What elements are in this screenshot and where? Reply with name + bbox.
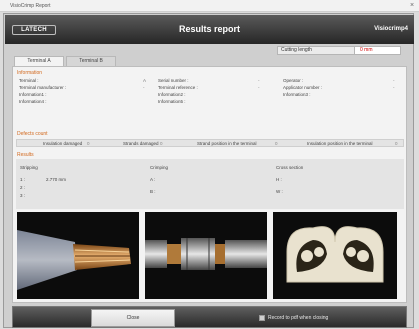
- close-button[interactable]: Close: [91, 309, 175, 327]
- info-serial-value: -: [258, 78, 260, 83]
- stripping-row-1-value: 2.770 mm: [46, 177, 67, 182]
- page-title: Results report: [178, 24, 240, 34]
- cutting-length-value: 0 mm: [355, 46, 401, 55]
- window-close-icon[interactable]: ×: [406, 1, 418, 10]
- tab-terminal-b[interactable]: Terminal B: [66, 56, 116, 66]
- defect-strand-position-value: 0: [275, 141, 278, 146]
- cross-section-image-svg: [273, 212, 397, 299]
- defects-title: Defects count: [17, 131, 48, 137]
- info-reference-value: -: [258, 85, 260, 90]
- info-terminal-value: A: [143, 78, 147, 83]
- defect-strands-damaged-value: 0: [160, 141, 163, 146]
- information-title: Information: [17, 70, 43, 76]
- results-title: Results: [17, 152, 34, 158]
- report-header: LATECH Results report Visiocrimp4: [5, 15, 414, 44]
- stripping-image-svg: [17, 212, 139, 299]
- record-pdf-option[interactable]: Record to pdf when closing: [259, 314, 328, 322]
- crimping-title: Crimping: [150, 165, 169, 170]
- info-manufacturer-label: Terminal manufacturer :: [19, 85, 67, 90]
- info-information4-label: Information4 :: [19, 99, 47, 104]
- results-box: Stripping 1 : 2.770 mm 2 : 3 : Crimping …: [16, 159, 404, 209]
- info-information5-label: Information5 :: [158, 99, 186, 104]
- defect-insulation-position-label: Insulation position in the terminal: [307, 141, 373, 146]
- terminal-panel: Information Terminal : A Terminal manufa…: [12, 66, 407, 303]
- crimping-row-b-label: B :: [150, 189, 156, 194]
- info-operator-label: Operator :: [283, 78, 304, 83]
- cross-section-image: [273, 212, 397, 299]
- defects-bar: Insulation damaged 0 Strands damaged 0 S…: [16, 139, 404, 147]
- record-pdf-checkbox[interactable]: [259, 315, 265, 321]
- info-information1-label: Information1 :: [19, 92, 47, 97]
- cross-row-w-label: W :: [276, 189, 283, 194]
- cross-row-h-label: H :: [276, 177, 282, 182]
- footer-bar: Close Record to pdf when closing: [12, 306, 407, 328]
- info-applicator-label: Applicator number :: [283, 85, 323, 90]
- stripping-row-1-label: 1 :: [20, 177, 26, 182]
- defect-insulation-damaged-label: Insulation damaged: [43, 141, 83, 146]
- crimping-image: [145, 212, 267, 299]
- defect-insulation-damaged-value: 0: [87, 141, 90, 146]
- info-terminal-label: Terminal :: [19, 78, 39, 83]
- report-frame: LATECH Results report Visiocrimp4 Cuttin…: [3, 13, 414, 328]
- window-title: VisioCrimp Report: [10, 3, 51, 9]
- window-titlebar: VisioCrimp Report ×: [0, 0, 419, 12]
- stripping-row-2-label: 2 :: [20, 185, 26, 190]
- defect-strand-position-label: Strand position in the terminal: [197, 141, 257, 146]
- app-name: Visiocrimp4: [374, 26, 408, 32]
- info-applicator-value: -: [393, 85, 395, 90]
- info-manufacturer-value: -: [143, 85, 145, 90]
- defect-insulation-position-value: 0: [395, 141, 398, 146]
- stripping-title: Stripping: [20, 165, 38, 170]
- info-reference-label: Terminal reference :: [158, 85, 198, 90]
- cutting-length-label: Cutting length: [277, 46, 355, 55]
- info-information2-label: Information2 :: [158, 92, 186, 97]
- stripping-row-3-label: 3 :: [20, 193, 26, 198]
- stripping-image: [17, 212, 139, 299]
- info-operator-value: -: [393, 78, 395, 83]
- crimping-image-svg: [145, 212, 267, 299]
- defect-strands-damaged-label: Strands damaged: [123, 141, 159, 146]
- cutting-length: Cutting length 0 mm: [277, 46, 401, 55]
- info-serial-label: Serial number :: [158, 78, 189, 83]
- cross-section-title: Cross section: [276, 165, 304, 170]
- crimping-row-a-label: A :: [150, 177, 156, 182]
- terminal-tabs: Terminal A Terminal B: [14, 56, 118, 66]
- tab-terminal-a[interactable]: Terminal A: [14, 56, 64, 66]
- info-information3-label: Information3 :: [283, 92, 311, 97]
- record-pdf-label: Record to pdf when closing: [268, 315, 329, 321]
